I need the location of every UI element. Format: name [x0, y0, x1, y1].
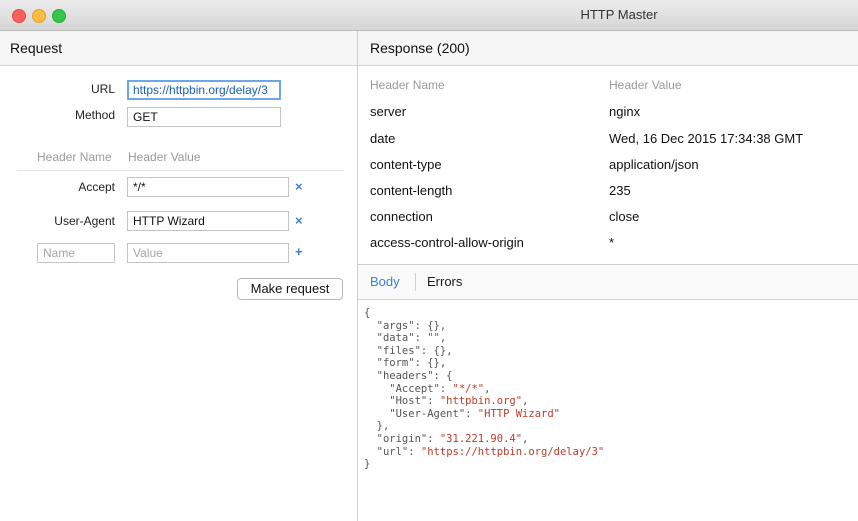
response-header-row: content-type application/json [370, 157, 846, 183]
json-user-agent: "HTTP Wizard" [477, 407, 560, 420]
response-header-value: close [609, 209, 640, 224]
json-files: {} [433, 344, 447, 357]
request-header-name: Accept [78, 180, 115, 194]
header-value-column-label: Header Value [128, 150, 201, 164]
tab-body[interactable]: Body [370, 274, 400, 289]
response-header-row: content-length 235 [370, 183, 846, 209]
request-header-value-input[interactable]: */* [127, 177, 289, 197]
make-request-button[interactable]: Make request [237, 278, 343, 300]
window-title: HTTP Master [580, 7, 658, 22]
response-headers-column-header: Header Name Header Value [370, 78, 846, 104]
header-name-column-label: Header Name [370, 78, 445, 92]
json-form: {} [427, 357, 440, 370]
method-input[interactable]: GET [127, 107, 281, 127]
request-panel-title: Request [0, 31, 357, 66]
json-data: "" [427, 332, 440, 345]
response-header-row: server nginx [370, 104, 846, 130]
method-label: Method [74, 108, 115, 122]
header-value-column-label: Header Value [609, 78, 682, 92]
request-header-name: User-Agent [54, 214, 115, 228]
tab-separator [415, 273, 416, 291]
new-header-value-input[interactable]: Value [127, 243, 289, 263]
response-header-name: server [370, 104, 407, 119]
header-divider [17, 170, 344, 171]
response-header-row: access-control-allow-origin * [370, 235, 846, 261]
url-input[interactable]: https://httpbin.org/delay/3 [127, 80, 281, 100]
response-header-value: nginx [609, 104, 641, 119]
response-header-value: application/json [609, 157, 699, 172]
add-header-icon[interactable]: + [295, 244, 303, 259]
header-name-column-label: Header Name [37, 150, 112, 164]
response-header-name: date [370, 131, 396, 146]
request-panel: Request URL https://httpbin.org/delay/3 … [0, 31, 357, 521]
remove-header-icon[interactable]: × [295, 179, 303, 194]
response-header-value: 235 [609, 183, 631, 198]
request-header-value-input[interactable]: HTTP Wizard [127, 211, 289, 231]
remove-header-icon[interactable]: × [295, 213, 303, 228]
response-header-name: content-length [370, 183, 453, 198]
url-label: URL [90, 82, 115, 96]
json-host: "httpbin.org" [439, 395, 523, 408]
response-panel-title: Response (200) [358, 31, 858, 66]
tab-errors[interactable]: Errors [427, 274, 462, 289]
response-header-value: * [609, 235, 615, 250]
title-bar: HTTP Master [0, 0, 858, 31]
response-panel: Response (200) Header Name Header Value … [358, 31, 858, 521]
json-accept: "*/*" [452, 382, 485, 395]
json-origin: "31.221.90.4" [439, 432, 523, 445]
response-header-row: date Wed, 16 Dec 2015 17:34:38 GMT [370, 131, 846, 157]
response-body[interactable]: { "args": {}, "data": "", "files": {}, "… [364, 307, 844, 471]
json-args: {} [427, 319, 440, 332]
response-header-name: connection [370, 209, 433, 224]
response-header-name: access-control-allow-origin [370, 235, 524, 250]
response-tabs: Body Errors [358, 264, 858, 300]
response-header-row: connection close [370, 209, 846, 235]
response-header-value: Wed, 16 Dec 2015 17:34:38 GMT [609, 131, 804, 146]
new-header-name-input[interactable]: Name [37, 243, 115, 263]
response-header-name: content-type [370, 157, 442, 172]
json-url: "https://httpbin.org/delay/3" [420, 445, 605, 458]
app-window: HTTP Master Request URL https://httpbin.… [0, 0, 858, 521]
